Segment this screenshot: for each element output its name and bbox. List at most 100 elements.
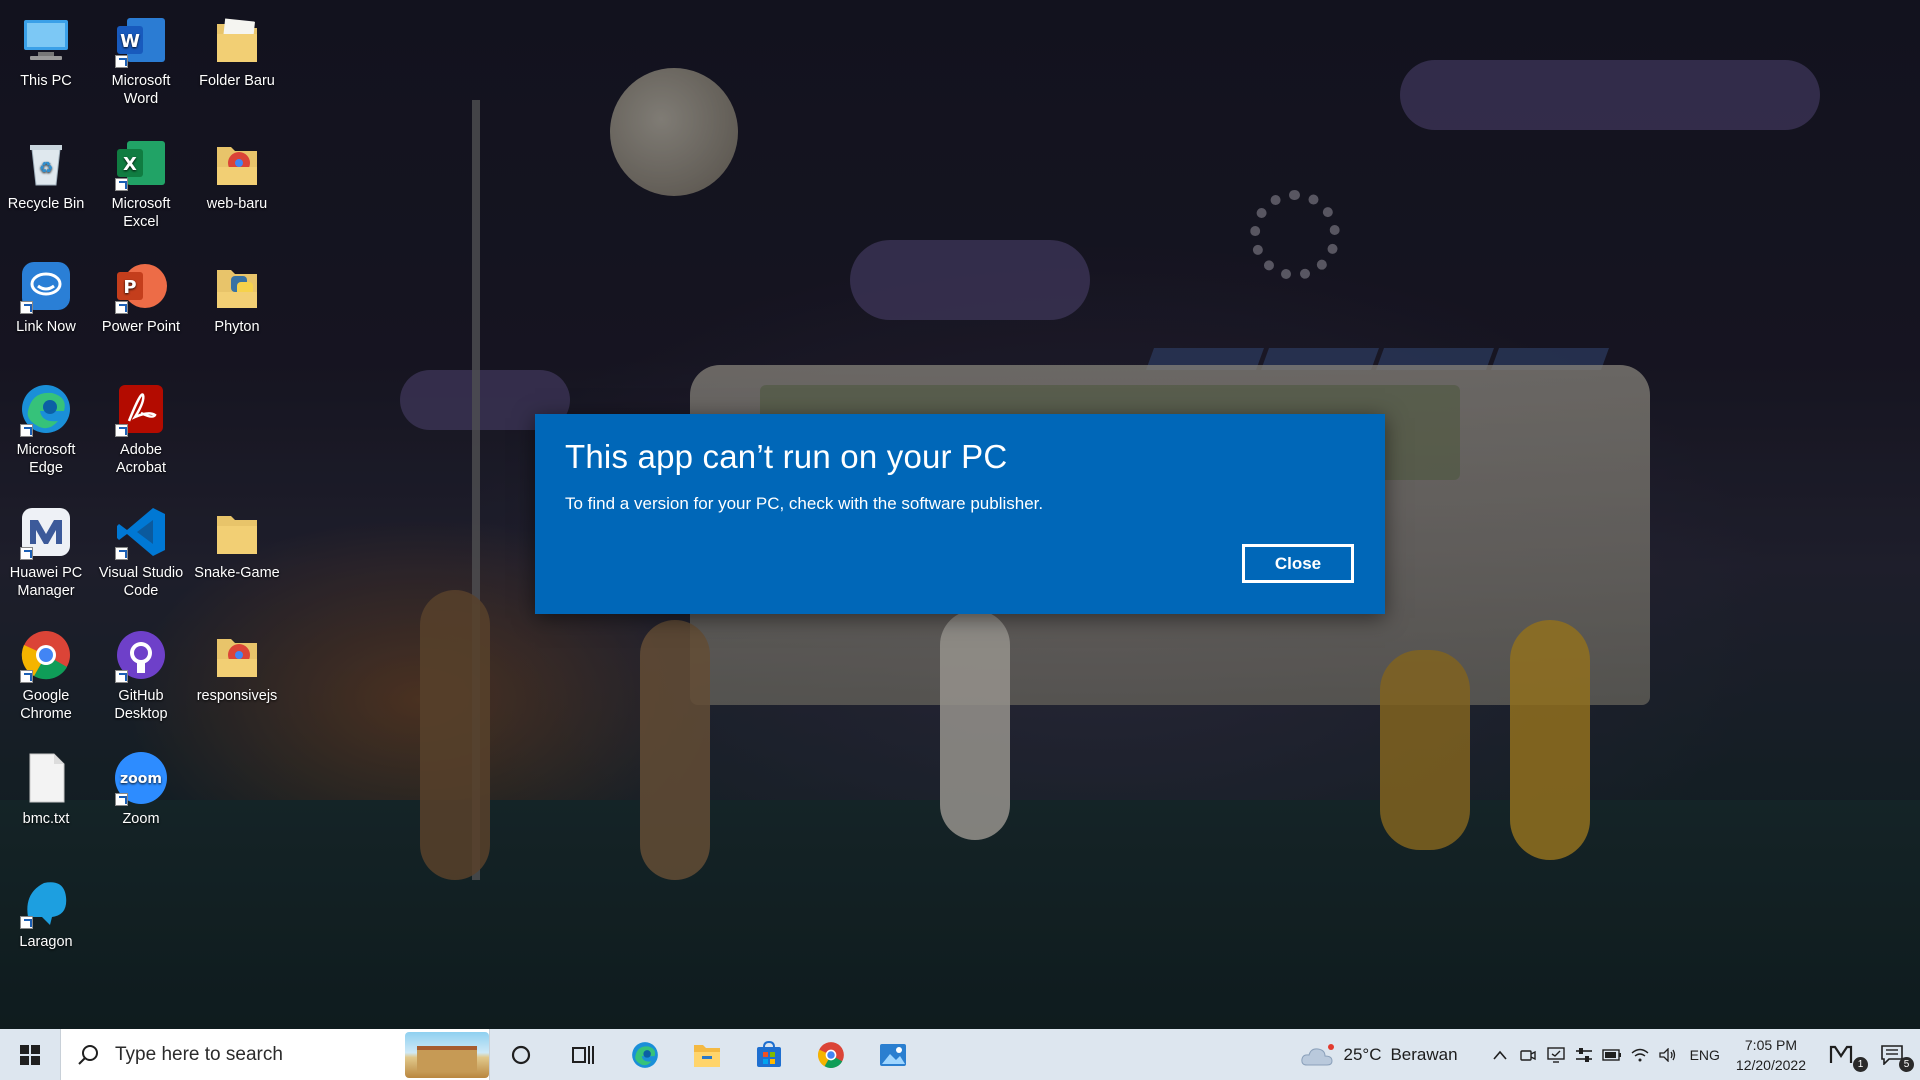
- desktop-icon-label: Recycle Bin: [7, 196, 85, 212]
- huawei-pc-manager-icon: [18, 504, 74, 560]
- weather-widget[interactable]: 25°C Berawan: [1301, 1043, 1458, 1067]
- desktop-icon-huawei-pc-manager[interactable]: Huawei PC Manager: [0, 500, 93, 600]
- vscode-icon: [113, 504, 169, 560]
- speaker-icon: [1658, 1047, 1675, 1062]
- search-highlight-image[interactable]: [405, 1032, 489, 1078]
- desktop-icon-label: Microsoft Excel: [111, 196, 171, 230]
- desktop-icon-folder-baru[interactable]: Folder Baru: [190, 8, 284, 90]
- taskbar-photos[interactable]: [862, 1029, 924, 1080]
- photos-icon: [880, 1043, 906, 1066]
- taskbar-file-explorer[interactable]: [676, 1029, 738, 1080]
- desktop-icon-recycle-bin[interactable]: ♻ Recycle Bin: [0, 131, 93, 213]
- desktop-icon-laragon[interactable]: Laragon: [0, 869, 93, 951]
- desktop-icon-zoom[interactable]: zoom Zoom: [94, 746, 188, 828]
- desktop-icon-label: Huawei PC Manager: [9, 565, 83, 599]
- notification-count-badge: 5: [1899, 1057, 1914, 1072]
- word-icon: W: [113, 12, 169, 68]
- desktop-icon-label: Microsoft Edge: [16, 442, 76, 476]
- edge-icon: [18, 381, 74, 437]
- desktop-icon-label: Link Now: [16, 319, 76, 335]
- shortcut-arrow-icon: [115, 670, 128, 683]
- desktop-icon-label: Zoom: [122, 811, 160, 827]
- task-view-button[interactable]: [552, 1029, 614, 1080]
- desktop-icon-responsivejs[interactable]: responsivejs: [190, 623, 284, 705]
- tray-settings-sliders[interactable]: [1570, 1029, 1598, 1080]
- link-now-icon: [18, 258, 74, 314]
- desktop-icon-label: Microsoft Word: [111, 73, 171, 107]
- show-hidden-icons-button[interactable]: [1486, 1029, 1514, 1080]
- recycle-bin-icon: ♻: [18, 135, 74, 191]
- shortcut-arrow-icon: [115, 178, 128, 191]
- desktop-icon-bmc-txt[interactable]: bmc.txt: [0, 746, 93, 828]
- search-input[interactable]: [113, 1042, 397, 1067]
- tray-battery[interactable]: [1598, 1029, 1626, 1080]
- desktop-icon-label: responsivejs: [196, 688, 278, 704]
- desktop-icon-label: Adobe Acrobat: [116, 442, 166, 476]
- shortcut-arrow-icon: [20, 424, 33, 437]
- desktop-icon-google-chrome[interactable]: Google Chrome: [0, 623, 93, 723]
- taskbar-clock[interactable]: 7:05 PM 12/20/2022: [1736, 1035, 1806, 1075]
- clock-date: 12/20/2022: [1735, 1056, 1806, 1073]
- shortcut-arrow-icon: [20, 670, 33, 683]
- svg-text:X: X: [123, 154, 137, 175]
- tray-security[interactable]: [1542, 1029, 1570, 1080]
- battery-icon: [1601, 1048, 1621, 1061]
- desktop-icon-power-point[interactable]: P Power Point: [94, 254, 188, 336]
- shortcut-arrow-icon: [20, 301, 33, 314]
- shortcut-arrow-icon: [115, 301, 128, 314]
- desktop-icon-microsoft-excel[interactable]: X Microsoft Excel: [94, 131, 188, 231]
- desktop-icon-label: web-baru: [206, 196, 268, 212]
- zoom-icon: zoom: [113, 750, 169, 806]
- huawei-m-icon: [1829, 1045, 1853, 1063]
- shortcut-arrow-icon: [115, 55, 128, 68]
- desktop-icon-microsoft-edge[interactable]: Microsoft Edge: [0, 377, 93, 477]
- text-file-icon: [18, 750, 74, 806]
- folder-icon: [209, 258, 265, 314]
- cloudy-weather-icon: [1301, 1043, 1335, 1065]
- app-cant-run-dialog: This app can’t run on your PC To find a …: [535, 414, 1385, 614]
- desktop-icon-snake-game[interactable]: Snake-Game: [190, 500, 284, 582]
- folder-icon: [209, 504, 265, 560]
- sliders-icon: [1575, 1047, 1592, 1062]
- weather-condition: Berawan: [1390, 1044, 1458, 1064]
- folder-icon: [209, 627, 265, 683]
- start-button[interactable]: [0, 1029, 60, 1080]
- shortcut-arrow-icon: [115, 793, 128, 806]
- acrobat-icon: [113, 381, 169, 437]
- taskbar-search[interactable]: [60, 1029, 490, 1080]
- close-button[interactable]: Close: [1242, 544, 1354, 583]
- input-language[interactable]: ENG: [1690, 1047, 1720, 1063]
- taskbar-edge[interactable]: [614, 1029, 676, 1080]
- desktop-icon-phyton[interactable]: Phyton: [190, 254, 284, 336]
- windows-logo-icon: [20, 1044, 40, 1065]
- computer-icon: [18, 12, 74, 68]
- tray-wifi[interactable]: [1626, 1029, 1654, 1080]
- desktop-icon-microsoft-word[interactable]: W Microsoft Word: [94, 8, 188, 108]
- desktop-icon-web-baru[interactable]: web-baru: [190, 131, 284, 213]
- tray-camera[interactable]: [1514, 1029, 1542, 1080]
- excel-icon: X: [113, 135, 169, 191]
- dialog-title: This app can’t run on your PC: [565, 438, 1008, 475]
- tray-huawei-app[interactable]: 1: [1818, 1029, 1868, 1080]
- system-tray: 25°C Berawan ENG 7:05 PM 12/20/2022 1 5: [1301, 1029, 1920, 1080]
- tray-volume[interactable]: [1654, 1029, 1682, 1080]
- task-view-icon: [572, 1045, 594, 1064]
- search-icon: [78, 1044, 98, 1065]
- desktop-icon-visual-studio-code[interactable]: Visual Studio Code: [94, 500, 188, 600]
- desktop-icon-this-pc[interactable]: This PC: [0, 8, 93, 90]
- desktop-icon-github-desktop[interactable]: GitHub Desktop: [94, 623, 188, 723]
- desktop-icon-link-now[interactable]: Link Now: [0, 254, 93, 336]
- shortcut-arrow-icon: [115, 424, 128, 437]
- desktop-icon-label: Visual Studio Code: [98, 565, 184, 599]
- taskbar-store[interactable]: [738, 1029, 800, 1080]
- taskbar-chrome[interactable]: [800, 1029, 862, 1080]
- desktop-icon-label: Power Point: [101, 319, 181, 335]
- folder-icon: [209, 12, 265, 68]
- svg-text:♻: ♻: [39, 158, 53, 177]
- desktop-icon-adobe-acrobat[interactable]: Adobe Acrobat: [94, 377, 188, 477]
- notification-center-button[interactable]: 5: [1864, 1029, 1920, 1080]
- desktop-icon-label: bmc.txt: [22, 811, 70, 827]
- desktop-icon-label: GitHub Desktop: [114, 688, 168, 722]
- cortana-button[interactable]: [490, 1029, 552, 1080]
- camera-icon: [1519, 1049, 1536, 1061]
